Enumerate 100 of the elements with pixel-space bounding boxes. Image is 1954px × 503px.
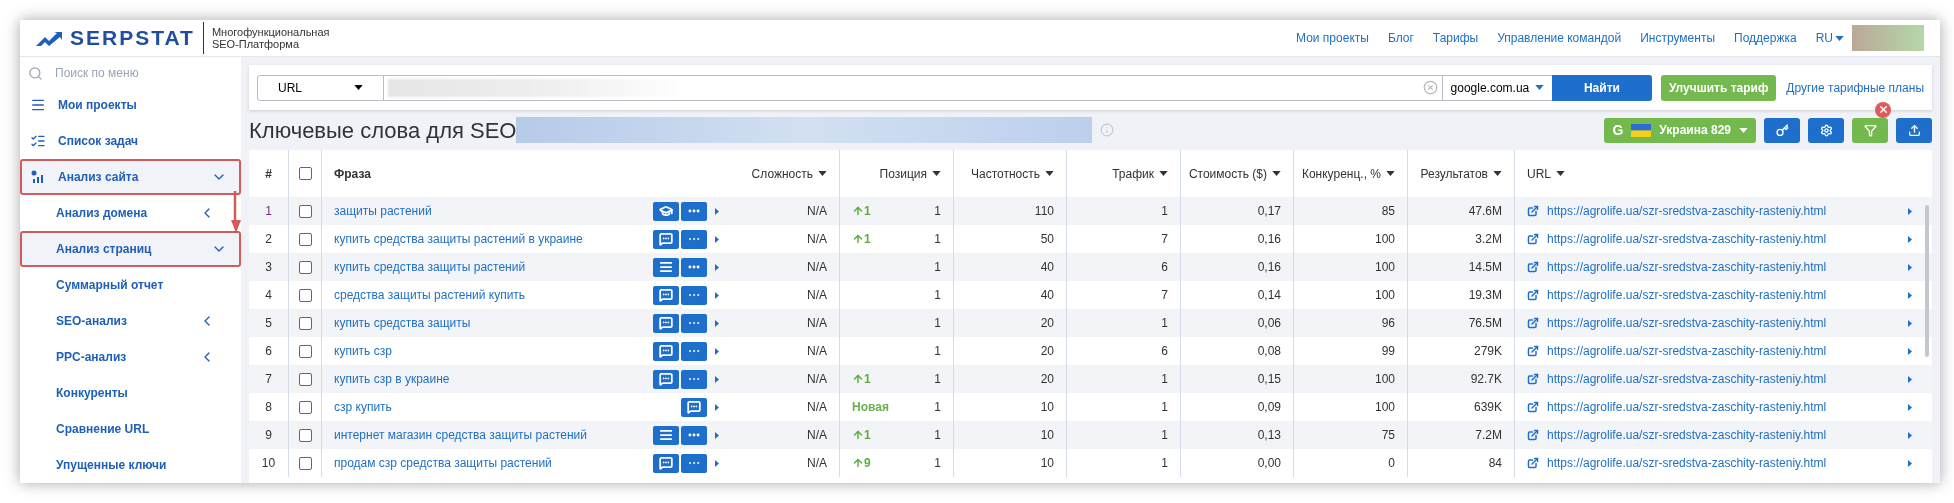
row-checkbox[interactable] (298, 288, 312, 302)
select-all-checkbox[interactable] (298, 167, 312, 180)
sidebar-item[interactable]: PPC-анализ (20, 339, 229, 375)
url-link[interactable]: https://agrolife.ua/szr-sredstva-zaschity-rasteniy.html (1547, 314, 1827, 332)
more-button[interactable] (681, 229, 707, 249)
expand-row-icon[interactable] (1908, 431, 1912, 439)
row-checkbox[interactable] (298, 344, 312, 358)
row-checkbox[interactable] (298, 456, 312, 470)
action-button[interactable] (653, 285, 679, 305)
external-link-icon[interactable] (1527, 205, 1539, 217)
expand-row-icon[interactable] (1908, 375, 1912, 383)
keyword-link[interactable]: интернет магазин средства защиты растений (334, 426, 587, 444)
row-checkbox[interactable] (298, 316, 312, 330)
external-link-icon[interactable] (1527, 345, 1539, 357)
url-link[interactable]: https://agrolife.ua/szr-sredstva-zaschity-rasteniy.html (1547, 286, 1827, 304)
sidebar-item[interactable]: Анализ домена (20, 195, 229, 231)
expand-row-icon[interactable] (715, 235, 719, 243)
action-button[interactable] (653, 229, 679, 249)
url-link[interactable]: https://agrolife.ua/szr-sredstva-zaschity-rasteniy.html (1547, 202, 1827, 220)
row-checkbox[interactable] (298, 400, 312, 414)
action-button[interactable] (653, 201, 679, 221)
search-type-select[interactable]: URL (257, 74, 385, 101)
more-button[interactable] (681, 313, 707, 333)
keyword-link[interactable]: средства защиты растений купить (334, 286, 526, 304)
action-button[interactable] (653, 341, 679, 361)
action-button[interactable] (653, 453, 679, 473)
column-header[interactable]: Частотность (971, 164, 1054, 183)
keyword-link[interactable]: продам сзр средства защиты растений (334, 454, 552, 472)
external-link-icon[interactable] (1527, 261, 1539, 273)
external-link-icon[interactable] (1527, 233, 1539, 245)
url-link[interactable]: https://agrolife.ua/szr-sredstva-zaschity-rasteniy.html (1547, 426, 1827, 444)
column-header[interactable]: Позиция (879, 164, 941, 183)
external-link-icon[interactable] (1527, 289, 1539, 301)
expand-row-icon[interactable] (1908, 291, 1912, 299)
url-field[interactable] (384, 74, 1443, 101)
nav-link[interactable]: Тарифы (1432, 29, 1479, 47)
row-checkbox[interactable] (298, 372, 312, 386)
more-button[interactable] (681, 257, 707, 277)
find-button[interactable]: Найти (1551, 74, 1653, 101)
external-link-icon[interactable] (1527, 317, 1539, 329)
more-button[interactable] (681, 341, 707, 361)
keyword-link[interactable]: купить сзр (334, 342, 392, 360)
sidebar-item[interactable]: SEO-анализ (20, 303, 229, 339)
column-header[interactable]: Трафик (1112, 164, 1168, 183)
url-link[interactable]: https://agrolife.ua/szr-sredstva-zaschity-rasteniy.html (1547, 398, 1827, 416)
sidebar-item[interactable]: Анализ сайта (20, 159, 241, 195)
settings-button[interactable] (1808, 117, 1844, 143)
more-button[interactable] (681, 369, 707, 389)
action-button[interactable] (681, 397, 707, 417)
scrollbar-thumb[interactable] (1925, 205, 1929, 357)
plans-link[interactable]: Другие тарифные планы (1786, 78, 1924, 97)
url-link[interactable]: https://agrolife.ua/szr-sredstva-zaschity-rasteniy.html (1547, 454, 1827, 472)
expand-row-icon[interactable] (715, 431, 719, 439)
sidebar-item[interactable]: Конкуренты (20, 375, 229, 411)
key-button[interactable] (1764, 117, 1800, 143)
keyword-link[interactable]: сзр купить (334, 398, 392, 416)
nav-link[interactable]: Поддержка (1734, 29, 1797, 47)
row-checkbox[interactable] (298, 260, 312, 274)
expand-row-icon[interactable] (715, 207, 719, 215)
more-button[interactable] (681, 425, 707, 445)
expand-row-icon[interactable] (715, 375, 719, 383)
more-button[interactable] (681, 453, 707, 473)
row-checkbox[interactable] (298, 232, 312, 246)
expand-row-icon[interactable] (715, 347, 719, 355)
action-button[interactable] (653, 257, 679, 277)
url-link[interactable]: https://agrolife.ua/szr-sredstva-zaschity-rasteniy.html (1547, 258, 1827, 276)
expand-row-icon[interactable] (1908, 403, 1912, 411)
expand-row-icon[interactable] (1908, 319, 1912, 327)
sidebar-item[interactable]: Упущенные ключи (20, 447, 229, 483)
column-header[interactable]: URL (1527, 164, 1565, 183)
menu-search-field[interactable]: Поиск по меню (55, 64, 205, 82)
external-link-icon[interactable] (1527, 457, 1539, 469)
keyword-link[interactable]: купить средства защиты растений (334, 258, 526, 276)
column-header[interactable]: Конкуренц., % (1301, 164, 1395, 183)
action-button[interactable] (653, 425, 679, 445)
column-header[interactable]: Сложность (751, 164, 827, 183)
keyword-link[interactable]: купить сзр в украине (334, 370, 450, 388)
expand-row-icon[interactable] (1908, 347, 1912, 355)
keyword-link[interactable]: защиты растений (334, 202, 432, 220)
expand-row-icon[interactable] (1908, 263, 1912, 271)
action-button[interactable] (653, 313, 679, 333)
url-link[interactable]: https://agrolife.ua/szr-sredstva-zaschity-rasteniy.html (1547, 230, 1827, 248)
sidebar-item[interactable]: Анализ страниц (20, 231, 241, 267)
url-link[interactable]: https://agrolife.ua/szr-sredstva-zaschity-rasteniy.html (1547, 370, 1827, 388)
expand-row-icon[interactable] (1908, 235, 1912, 243)
expand-row-icon[interactable] (1908, 459, 1912, 467)
expand-row-icon[interactable] (1908, 207, 1912, 215)
expand-row-icon[interactable] (715, 459, 719, 467)
nav-link[interactable]: Блог (1387, 29, 1414, 47)
keyword-link[interactable]: купить средства защиты (334, 314, 471, 332)
nav-link[interactable]: Мои проекты (1296, 29, 1369, 47)
row-checkbox[interactable] (298, 428, 312, 442)
language-select[interactable]: RU (1815, 29, 1844, 47)
external-link-icon[interactable] (1527, 429, 1539, 441)
sidebar-item[interactable]: Мои проекты (20, 87, 229, 123)
action-button[interactable] (653, 369, 679, 389)
sidebar-item[interactable]: Список задач (20, 123, 229, 159)
expand-row-icon[interactable] (715, 403, 719, 411)
row-checkbox[interactable] (298, 204, 312, 218)
expand-row-icon[interactable] (715, 291, 719, 299)
